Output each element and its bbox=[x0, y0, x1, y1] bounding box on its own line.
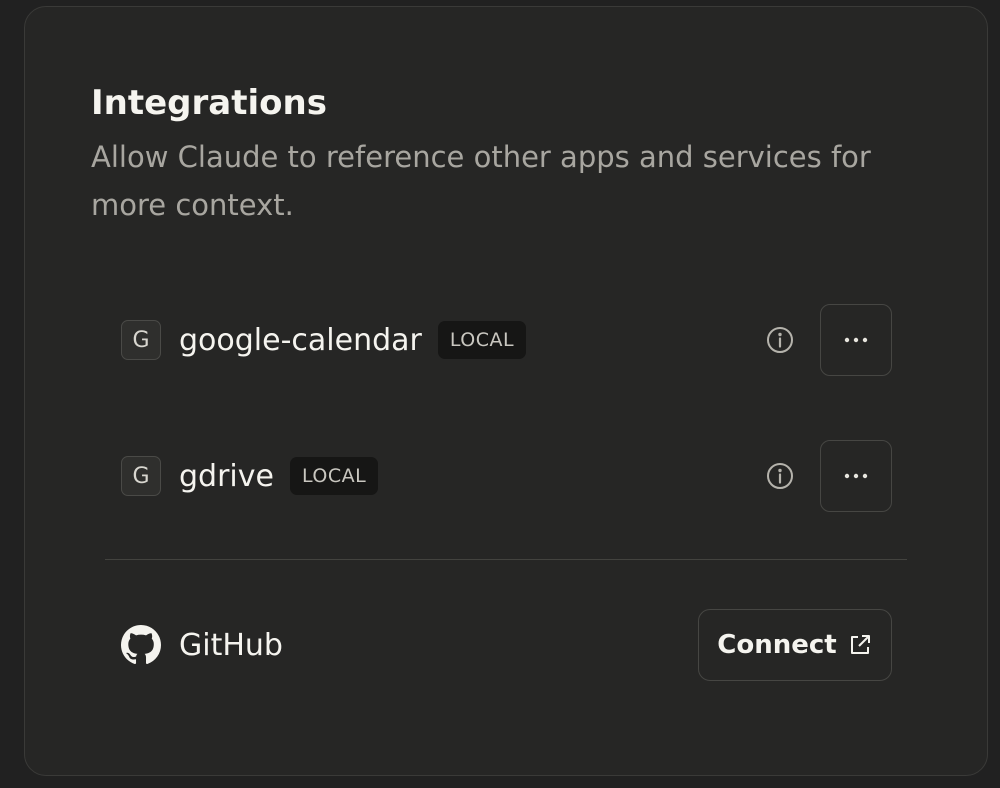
more-options-button[interactable] bbox=[820, 440, 892, 512]
integration-name: GitHub bbox=[179, 627, 283, 663]
integrations-panel: Integrations Allow Claude to reference o… bbox=[24, 6, 988, 776]
integration-row-google-calendar: G google-calendar LOCAL bbox=[121, 304, 892, 376]
google-calendar-letter-icon: G bbox=[121, 320, 161, 360]
divider bbox=[105, 559, 907, 560]
ellipsis-icon bbox=[844, 337, 868, 343]
info-icon[interactable] bbox=[766, 326, 794, 354]
section-title: Integrations bbox=[91, 83, 327, 123]
integration-row-gdrive: G gdrive LOCAL bbox=[121, 440, 892, 512]
info-icon[interactable] bbox=[766, 462, 794, 490]
github-icon bbox=[121, 625, 161, 665]
section-subtitle: Allow Claude to reference other apps and… bbox=[91, 140, 871, 222]
connect-button-label: Connect bbox=[717, 630, 837, 660]
external-link-icon bbox=[847, 632, 873, 658]
local-badge: LOCAL bbox=[437, 321, 527, 359]
more-options-button[interactable] bbox=[820, 304, 892, 376]
ellipsis-icon bbox=[844, 473, 868, 479]
integration-row-github: GitHub Connect bbox=[121, 609, 892, 681]
local-badge: LOCAL bbox=[289, 457, 379, 495]
gdrive-letter-icon: G bbox=[121, 456, 161, 496]
integration-name: google-calendar bbox=[179, 322, 422, 358]
integration-name: gdrive bbox=[179, 458, 274, 494]
connect-button[interactable]: Connect bbox=[698, 609, 892, 681]
